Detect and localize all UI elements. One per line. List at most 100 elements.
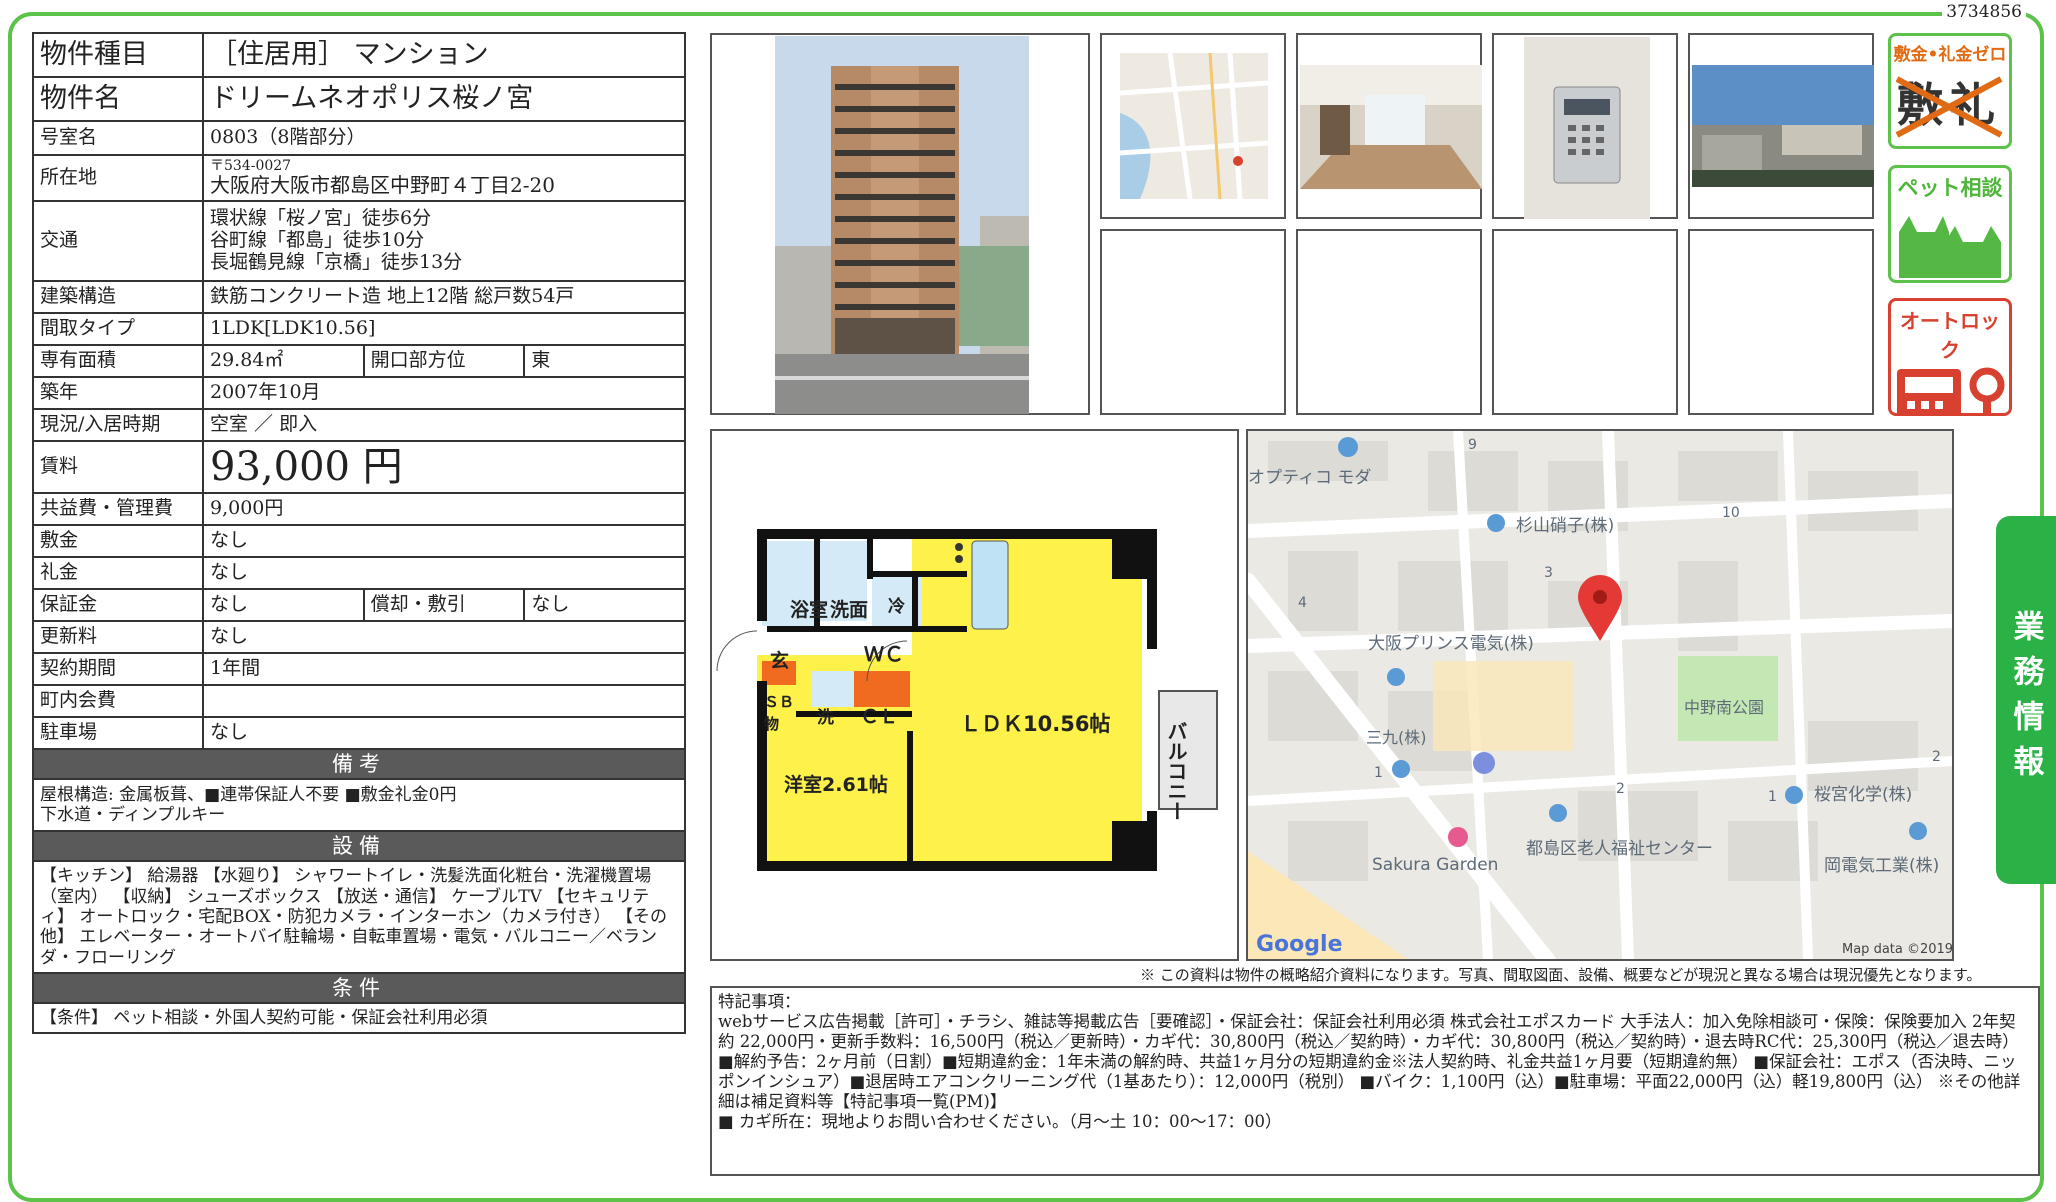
label-rent: 賃料: [32, 440, 204, 494]
value-status: 空室 ／ 即入: [202, 408, 686, 442]
thumb-map-frame: [1100, 33, 1286, 219]
fp-entry: 玄: [770, 649, 789, 672]
property-table: 物件種目 ［住居用］ マンション 物件名 ドリームネオポリス桜ノ宮 号室名 0803（…: [32, 32, 686, 1035]
map-frame[interactable]: オプティコ モダ 杉山硝子(株) 大阪プリンス電気(株) 中野南公園 三九(株)…: [1240, 425, 1959, 969]
value-name: ドリームネオポリス桜ノ宮: [202, 76, 686, 122]
value-key-money: なし: [202, 556, 686, 590]
fp-laundry: 洗: [817, 707, 834, 728]
section-notes-body: 屋根構造: 金属板葺、■連帯保証人不要 ■敷金礼金0円 下水道・ディンプルキー: [32, 778, 686, 833]
badge-deposit-zero: 敷金•礼金ゼロ 敷 礼: [1888, 33, 2012, 149]
fp-storage: 物: [764, 715, 779, 733]
value-structure: 鉄筋コンクリート造 地上12階 総戸数54戸: [202, 280, 686, 314]
map-block-number: 10: [1722, 505, 1740, 521]
building-photo-frame: [710, 33, 1090, 415]
label-transport: 交通: [32, 200, 204, 282]
label-room: 号室名: [32, 120, 204, 156]
value-address: 〒534-0027 大阪府大阪市都島区中野町４丁目2-20: [202, 154, 686, 202]
fp-cl: ＣＬ: [860, 706, 898, 728]
fp-ldk: ＬＤＫ10.56帖: [960, 712, 1110, 736]
badge-autolock: オートロック: [1888, 298, 2012, 416]
transport-line: 長堀鶴見線「京橋」徒歩13分: [210, 250, 463, 273]
remarks-line: ■ カギ所在：現地よりお問い合わせください。（月～土 10：00～17：00）: [718, 1112, 1282, 1131]
fp-wash: 洗面: [830, 598, 868, 621]
map-label-osaka-prince: 大阪プリンス電気(株): [1368, 634, 1534, 654]
label-direction: 開口部方位: [362, 344, 526, 378]
side-tab-business-info[interactable]: 業務情報: [1996, 516, 2056, 884]
label-layout: 間取タイプ: [32, 312, 204, 346]
label-status: 現況/入居時期: [32, 408, 204, 442]
thumb-map-image: [1120, 53, 1268, 199]
label-amortization: 償却・敷引: [362, 588, 526, 622]
section-notes-title: 備考: [32, 747, 686, 781]
thumb-room-image: [1300, 65, 1482, 189]
transport-line: 環状線「桜ノ宮」徒歩6分: [210, 207, 432, 230]
fp-fridge: 冷: [888, 596, 905, 617]
special-remarks: 特記事項： webサービス広告掲載［許可］・チラシ、雑誌等掲載広告［要確認］・保…: [710, 986, 2040, 1176]
value-room: 0803（8階部分）: [202, 120, 686, 156]
thumb-empty: [1492, 229, 1678, 415]
map-block-number: 9: [1468, 437, 1477, 453]
map-label-fukushi: 都島区老人福祉センター: [1526, 839, 1713, 859]
section-equipment-title: 設備: [32, 830, 686, 863]
map-google-logo: Google: [1256, 932, 1343, 957]
autolock-icon: [1897, 367, 2005, 413]
fp-balcony: バルコニー: [1164, 721, 1188, 821]
value-mgmt: 9,000円: [202, 492, 686, 526]
building-photo: [775, 36, 1029, 414]
value-direction: 東: [523, 344, 686, 378]
disclaimer-text: ※ この資料は物件の概略紹介資料になります。写真、間取図面、設備、概要などが現況…: [1140, 966, 1982, 984]
thumb-intercom-image: [1524, 37, 1650, 219]
map[interactable]: オプティコ モダ 杉山硝子(株) 大阪プリンス電気(株) 中野南公園 三九(株)…: [1240, 425, 1959, 969]
label-deposit: 敷金: [32, 524, 204, 558]
map-label-optico: オプティコ モダ: [1248, 468, 1371, 488]
postal-code: 〒534-0027: [210, 158, 292, 174]
notes-line: 下水道・ディンプルキー: [40, 805, 226, 826]
value-amortization: なし: [523, 588, 686, 622]
remarks-line: ■解約予告：2ヶ月前（日割）■短期違約金：1年未満の解約時、共益1ヶ月分の短期違…: [718, 1052, 2021, 1111]
badge-pet: ペット相談: [1888, 165, 2012, 283]
thumb-intercom-frame: [1492, 33, 1678, 219]
label-key-money: 礼金: [32, 556, 204, 590]
map-label-sakura-garden: Sakura Garden: [1372, 855, 1498, 875]
label-name: 物件名: [32, 76, 204, 122]
map-label-nakano-park: 中野南公園: [1684, 698, 1764, 717]
badge-autolock-text: オートロック: [1900, 309, 2000, 362]
deposit-zero-icon: 敷 礼: [1895, 76, 2003, 138]
map-attribution: Map data ©2019: [1842, 942, 1952, 957]
label-town-fee: 町内会費: [32, 684, 204, 718]
map-block-number: 1: [1374, 765, 1383, 781]
label-parking: 駐車場: [32, 716, 204, 750]
thumb-empty: [1100, 229, 1286, 415]
map-label-oka: 岡電気工業(株): [1824, 856, 1939, 876]
label-mgmt: 共益費・管理費: [32, 492, 204, 526]
section-conditions-title: 条件: [32, 972, 686, 1005]
label-guarantee: 保証金: [32, 588, 204, 622]
thumb-view-image: [1692, 65, 1874, 187]
floorplan-drawing: 浴室 洗面 冷 ＷＣ 玄 ＳＢ 物 洗 ＣＬ ＬＤＫ10.56帖 洋室2.61帖…: [716, 529, 1218, 871]
label-type: 物件種目: [32, 32, 204, 78]
section-conditions-body: 【条件】 ペット相談・外国人契約可能・保証会社利用必須: [32, 1002, 686, 1035]
map-label-sakuramiya: 桜宮化学(株): [1814, 785, 1912, 805]
map-block-number: 1: [1768, 789, 1777, 805]
label-built: 築年: [32, 376, 204, 410]
label-renewal: 更新料: [32, 620, 204, 654]
label-address: 所在地: [32, 154, 204, 202]
thumb-view-frame: [1688, 33, 1874, 219]
pet-icon: [1899, 216, 2001, 278]
value-renewal: なし: [202, 620, 686, 654]
label-area: 専有面積: [32, 344, 204, 378]
fp-western: 洋室2.61帖: [784, 773, 888, 796]
map-label-sugiyama: 杉山硝子(株): [1516, 516, 1614, 536]
value-area: 29.84㎡: [202, 344, 365, 378]
value-parking: なし: [202, 716, 686, 750]
floorplan-frame: 浴室 洗面 冷 ＷＣ 玄 ＳＢ 物 洗 ＣＬ ＬＤＫ10.56帖 洋室2.61帖…: [710, 429, 1239, 961]
badge-pet-text: ペット相談: [1897, 176, 2003, 200]
map-block-number: 3: [1544, 565, 1553, 581]
label-contract: 契約期間: [32, 652, 204, 686]
value-contract: 1年間: [202, 652, 686, 686]
remarks-line: webサービス広告掲載［許可］・チラシ、雑誌等掲載広告［要確認］・保証会社：保証…: [718, 1012, 2019, 1051]
value-rent: 93,000 円: [202, 440, 686, 494]
document-id: 3734856: [1942, 2, 2026, 22]
section-equipment-body: 【キッチン】 給湯器 【水廻り】 シャワートイレ・洗髪洗面化粧台・洗濯機置場（室…: [32, 860, 686, 975]
remarks-title: 特記事項：: [718, 992, 801, 1011]
